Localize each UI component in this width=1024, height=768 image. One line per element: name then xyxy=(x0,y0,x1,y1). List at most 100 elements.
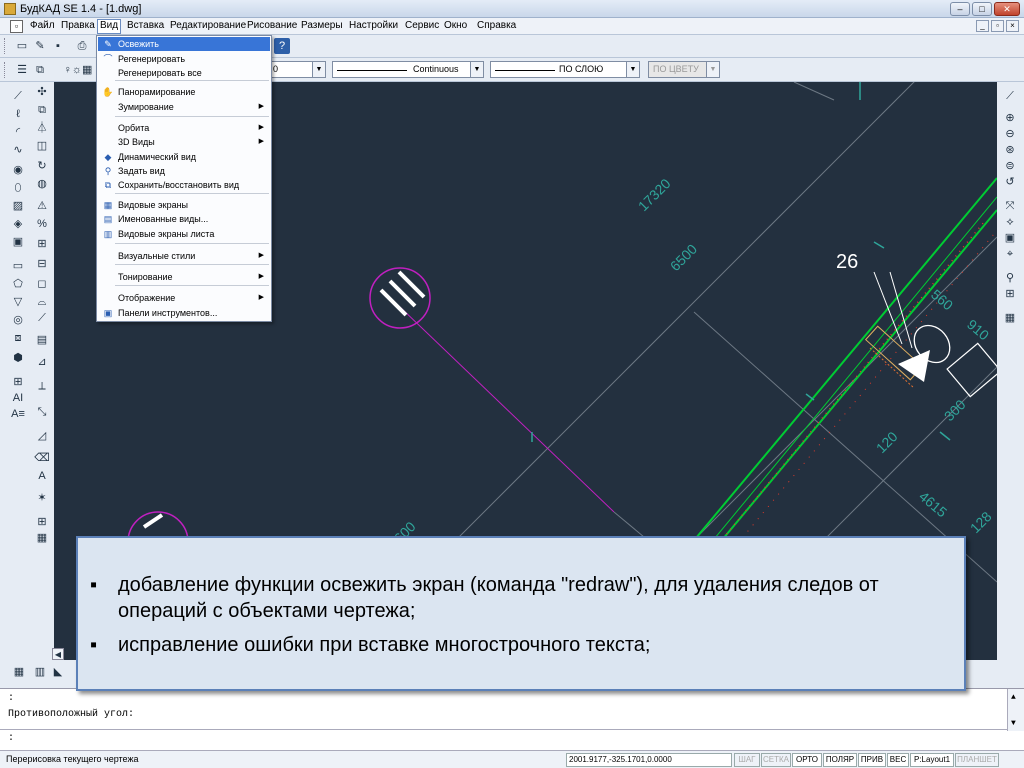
help-icon[interactable]: ? xyxy=(274,38,290,54)
area-tool-icon[interactable]: ◿ xyxy=(34,428,50,444)
command-window[interactable]: : Противоположный угол: : ▲ ▼ xyxy=(0,688,1024,750)
menu-service[interactable]: Сервис xyxy=(403,20,441,31)
toolbar-grip[interactable] xyxy=(4,62,6,78)
view-menu-item[interactable]: ▣ Панели инструментов... xyxy=(98,306,270,320)
trim-tool-icon[interactable]: % xyxy=(34,216,50,232)
mdi-close-button[interactable]: × xyxy=(1006,20,1019,32)
ortho-toggle[interactable]: ОРТО xyxy=(792,753,822,767)
erase-tool-icon[interactable]: ⌫ xyxy=(34,450,50,466)
view-menu-item[interactable]: ✋ Панорамирование xyxy=(98,85,270,99)
save-view-icon[interactable]: ⊞ xyxy=(1002,286,1018,302)
view-menu-item[interactable]: Тонирование ▶ xyxy=(98,270,270,284)
menu-window[interactable]: Окно xyxy=(442,20,469,31)
arc-tool-icon[interactable]: ◜ xyxy=(10,124,26,140)
extend-tool-icon[interactable]: ⊞ xyxy=(34,236,50,252)
mdi-restore-button[interactable]: ▫ xyxy=(991,20,1004,32)
scale-tool-icon[interactable]: ◍ xyxy=(34,176,50,192)
zoom-window-icon[interactable]: ⊛ xyxy=(1002,142,1018,158)
view-menu-item[interactable]: ▤ Именованные виды... xyxy=(98,212,270,226)
spline-tool-icon[interactable]: ∿ xyxy=(10,142,26,158)
circle-tool-icon[interactable]: ◉ xyxy=(10,162,26,178)
properties-tool-icon[interactable]: ⊞ xyxy=(34,514,50,530)
point-tool-icon[interactable]: ▣ xyxy=(10,234,26,250)
osnap-toggle[interactable]: ПРИВ xyxy=(858,753,886,767)
menu-draw[interactable]: Рисование xyxy=(245,20,299,31)
linetype-combo[interactable]: Continuous ▼ xyxy=(332,61,484,78)
insert-tool-icon[interactable]: ⬢ xyxy=(10,350,26,366)
polygon-tool-icon[interactable]: ⬠ xyxy=(10,276,26,292)
scroll-down-icon[interactable]: ▼ xyxy=(1011,719,1016,728)
view-menu-item[interactable]: ⚲ Задать вид xyxy=(98,164,270,178)
tab-grid-icon[interactable]: ▦ xyxy=(8,664,30,680)
save-icon[interactable]: ▪ xyxy=(50,38,66,54)
named-views-icon[interactable]: ▣ xyxy=(1002,230,1018,246)
rectangle-tool-icon[interactable]: ▭ xyxy=(10,258,26,274)
new-file-icon[interactable]: ▭ xyxy=(14,38,30,54)
view-icon[interactable]: ⟡ xyxy=(1002,214,1018,230)
grid-toggle[interactable]: СЕТКА xyxy=(761,753,791,767)
viewports-icon[interactable]: ▦ xyxy=(1002,310,1018,326)
minimize-button[interactable]: – xyxy=(950,2,970,16)
zoom-out-icon[interactable]: ⊖ xyxy=(1002,126,1018,142)
mtext-tool-icon[interactable]: A≡ xyxy=(10,406,26,422)
rotate-tool-icon[interactable]: ↻ xyxy=(34,158,50,174)
menu-settings[interactable]: Настройки xyxy=(347,20,400,31)
table-tool-icon[interactable]: ⊞ xyxy=(10,374,26,390)
zoom-previous-icon[interactable]: ↺ xyxy=(1002,174,1018,190)
view-menu-item[interactable]: Зумирование ▶ xyxy=(98,100,270,114)
document-icon[interactable]: ▫ xyxy=(10,20,23,33)
ellipse-tool-icon[interactable]: ⬯ xyxy=(10,180,26,196)
zoom-extents-icon[interactable]: ⊜ xyxy=(1002,158,1018,174)
donut-tool-icon[interactable]: ▽ xyxy=(10,294,26,310)
wand-tool-icon[interactable]: ✶ xyxy=(34,490,50,506)
menu-view[interactable]: Вид xyxy=(97,19,122,34)
close-button[interactable]: ✕ xyxy=(994,2,1020,16)
view-menu-item[interactable]: 3D Виды ▶ xyxy=(98,135,270,149)
pan-icon[interactable]: ⤧ xyxy=(1002,198,1018,214)
snap-toggle[interactable]: ШАГ xyxy=(734,753,760,767)
polar-toggle[interactable]: ПОЛЯР xyxy=(823,753,857,767)
redraw-icon[interactable]: ⟋ xyxy=(1002,88,1018,104)
tab-layout-icon[interactable]: ◣ xyxy=(50,664,66,680)
dynamic-view-icon[interactable]: ⚲ xyxy=(1002,270,1018,286)
lineweight-combo[interactable]: ПО СЛОЮ ▼ xyxy=(490,61,640,78)
menu-file[interactable]: Файл xyxy=(28,20,57,31)
view-menu-item[interactable]: ⌒ Регенерировать xyxy=(98,52,270,66)
menu-modify[interactable]: Редактирование xyxy=(168,20,248,31)
lineweight-toggle[interactable]: ВЕС xyxy=(887,753,909,767)
view-menu-item[interactable]: ◆ Динамический вид xyxy=(98,150,270,164)
view-menu-item[interactable]: Визуальные стили ▶ xyxy=(98,249,270,263)
tab-model-icon[interactable]: ▥ xyxy=(32,664,48,680)
polyline-tool-icon[interactable]: ℓ xyxy=(10,106,26,122)
hatch-tool-icon[interactable]: ▨ xyxy=(10,198,26,214)
view-menu-item[interactable]: ▥ Видовые экраны листа xyxy=(98,227,270,241)
layer-manager-icon[interactable]: ☰ xyxy=(14,62,30,78)
layer-combo[interactable]: 0 ▼ xyxy=(268,61,326,78)
layer-state-icon[interactable]: ⧉ xyxy=(32,62,48,78)
maximize-button[interactable]: □ xyxy=(972,2,992,16)
text-style-icon[interactable]: A xyxy=(34,468,50,484)
mdi-minimize-button[interactable]: _ xyxy=(976,20,989,32)
open-file-icon[interactable]: ✎ xyxy=(32,38,48,54)
print-icon[interactable]: ⎙ xyxy=(74,38,90,54)
tablet-toggle[interactable]: ПЛАНШЕТ xyxy=(955,753,999,767)
tab-first-icon[interactable]: ◀ xyxy=(52,648,64,660)
region-tool-icon[interactable]: ◈ xyxy=(10,216,26,232)
linear-dim-icon[interactable]: ⟂ xyxy=(34,378,50,394)
toolbar-grip[interactable] xyxy=(4,38,6,54)
stretch-tool-icon[interactable]: ⟋ xyxy=(34,310,50,326)
zoom-in-icon[interactable]: ⊕ xyxy=(1002,110,1018,126)
view-menu-item[interactable]: ▦ Видовые экраны xyxy=(98,198,270,212)
menu-edit[interactable]: Правка xyxy=(59,20,97,31)
view-menu-item[interactable]: Отображение ▶ xyxy=(98,291,270,305)
explode-tool-icon[interactable]: ▤ xyxy=(34,332,50,348)
scroll-up-icon[interactable]: ▲ xyxy=(1011,693,1016,702)
view-menu-item[interactable]: ✎ Освежить xyxy=(98,37,270,51)
layer-toggles-icon[interactable]: ♀☼▦ xyxy=(58,62,98,78)
layout-toggle[interactable]: P:Layout1 xyxy=(910,753,954,767)
view-menu-item[interactable]: Орбита ▶ xyxy=(98,121,270,135)
menu-dimensions[interactable]: Размеры xyxy=(299,20,345,31)
aligned-dim-icon[interactable]: ⤡ xyxy=(34,404,50,420)
text-tool-icon[interactable]: AI xyxy=(10,390,26,406)
join-tool-icon[interactable]: ⊿ xyxy=(34,354,50,370)
